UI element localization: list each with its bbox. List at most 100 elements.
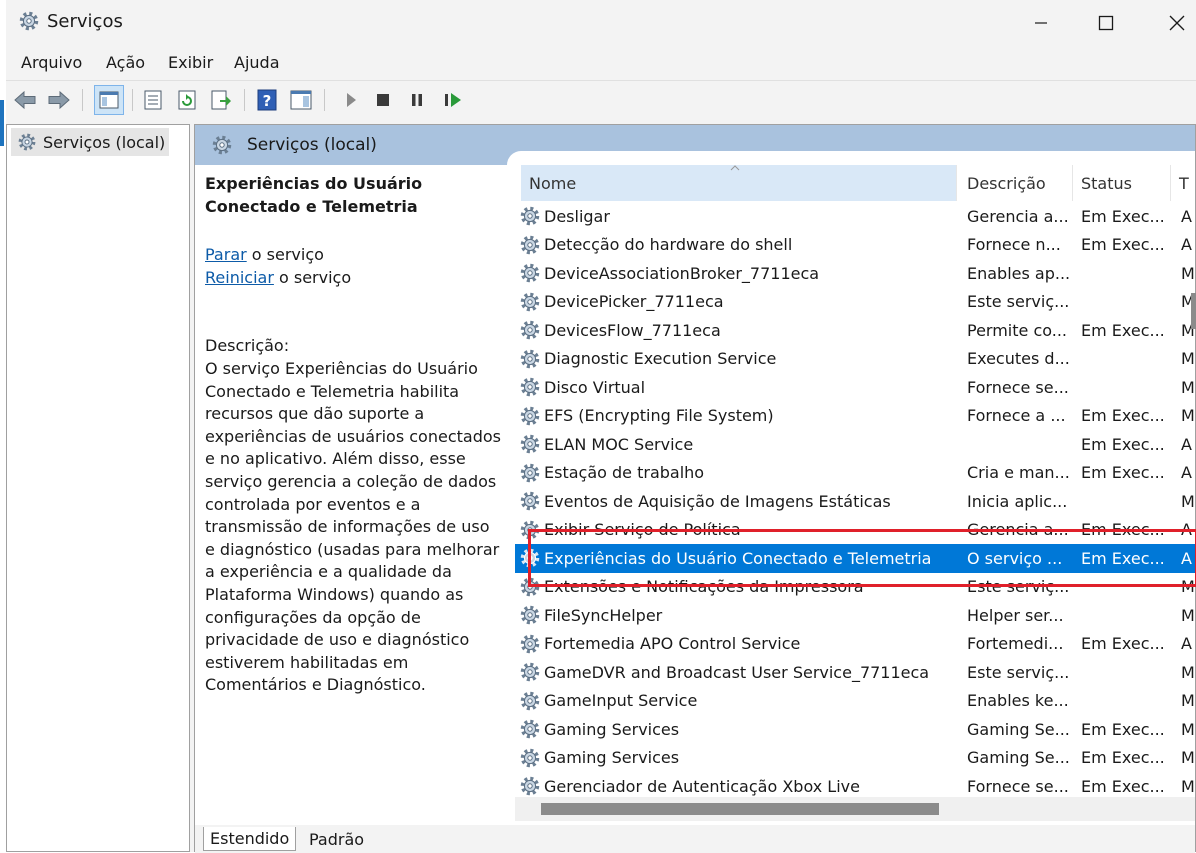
gear-icon — [19, 11, 39, 31]
service-name-cell: Extensões e Notificações da Impressora — [519, 573, 955, 602]
toolbar: ? — [6, 80, 1196, 118]
service-startup-type: M — [1181, 263, 1195, 283]
gear-icon — [520, 463, 540, 482]
gear-icon — [520, 663, 540, 682]
table-row[interactable]: Disco Virtual Fornece se... M — [515, 373, 1195, 402]
service-name: Exibir Serviço de Política — [544, 520, 741, 540]
column-header-row: Nome Descrição Status T — [515, 165, 1195, 201]
tab-padrao[interactable]: Padrão — [303, 827, 370, 851]
service-name: Experiências do Usuário Conectado e Tele… — [544, 548, 932, 568]
column-header-status[interactable]: Status — [1073, 165, 1171, 201]
restart-service-link[interactable]: Reiniciar — [205, 268, 274, 287]
service-status: Em Exec... — [1081, 406, 1165, 426]
maximize-button[interactable] — [1071, 0, 1141, 46]
service-name-cell: DevicePicker_7711eca — [519, 288, 955, 317]
table-row[interactable]: Estação de trabalho Cria e man... Em Exec.… — [515, 459, 1195, 488]
service-description: Enables ke... — [967, 691, 1069, 711]
table-row[interactable]: Experiências do Usuário Conectado e Tele… — [515, 544, 1195, 573]
service-status: Em Exec... — [1081, 748, 1165, 768]
menu-ajuda[interactable]: Ajuda — [234, 53, 280, 72]
service-name: Gaming Services — [544, 748, 680, 768]
service-startup-type: A — [1181, 235, 1192, 255]
horizontal-scrollbar[interactable] — [515, 797, 1195, 821]
table-row[interactable]: Gaming Services Gaming Se... Em Exec... M — [515, 744, 1195, 773]
table-row[interactable]: Detecção do hardware do shell Fornece n..… — [515, 231, 1195, 260]
table-row[interactable]: Fortemedia APO Control Service Fortemedi.… — [515, 630, 1195, 659]
service-name-cell: Gaming Services — [519, 715, 955, 744]
tree-item-servicos-local[interactable]: Serviços (local) — [11, 128, 170, 156]
service-status — [1081, 687, 1173, 716]
service-startup-type: M — [1181, 349, 1195, 369]
service-status: Em Exec... — [1081, 634, 1165, 654]
service-description: Fornece n... — [967, 235, 1061, 255]
table-row[interactable]: Gaming Services Gaming Se... Em Exec... M — [515, 715, 1195, 744]
menu-acao[interactable]: Ação — [106, 53, 145, 72]
help-button[interactable]: ? — [254, 87, 280, 113]
restart-service-button[interactable] — [440, 87, 466, 113]
gear-icon — [520, 634, 540, 653]
table-row[interactable]: Eventos de Aquisição de Imagens Estática… — [515, 487, 1195, 516]
column-header-type[interactable]: T — [1171, 165, 1195, 201]
service-startup-type: M — [1181, 748, 1195, 768]
service-name-cell: Desligar — [519, 202, 955, 231]
export-list-button[interactable] — [208, 87, 234, 113]
refresh-button[interactable] — [174, 87, 200, 113]
action-pane-icon — [290, 90, 312, 110]
gear-icon — [520, 748, 540, 767]
service-name-cell: Estação de trabalho — [519, 459, 955, 488]
background-accent — [0, 100, 4, 146]
service-description — [967, 430, 1071, 459]
table-row[interactable]: EFS (Encrypting File System) Fornece a ..… — [515, 402, 1195, 431]
gear-icon — [520, 292, 540, 311]
table-row[interactable]: GameInput Service Enables ke... M — [515, 687, 1195, 716]
menu-arquivo[interactable]: Arquivo — [21, 53, 82, 72]
tab-estendido[interactable]: Estendido — [203, 827, 297, 851]
table-row[interactable]: Extensões e Notificações da Impressora Es… — [515, 573, 1195, 602]
service-description: Gaming Se... — [967, 719, 1070, 739]
restart-icon — [445, 93, 461, 107]
console-tree: Serviços (local) — [6, 124, 190, 852]
back-button[interactable] — [12, 87, 38, 113]
service-name: ELAN MOC Service — [544, 434, 694, 454]
table-row[interactable]: DevicePicker_7711eca Este serviç... M — [515, 288, 1195, 317]
table-row[interactable]: GameDVR and Broadcast User Service_7711e… — [515, 658, 1195, 687]
service-status — [1081, 288, 1173, 317]
minimize-button[interactable] — [1006, 0, 1076, 46]
service-description: Este serviç... — [967, 662, 1070, 682]
help-icon: ? — [257, 89, 277, 111]
stop-service-link[interactable]: Parar — [205, 245, 247, 264]
start-service-button[interactable] — [338, 87, 364, 113]
table-row[interactable]: FileSyncHelper Helper ser... M — [515, 601, 1195, 630]
gear-icon — [520, 207, 540, 226]
service-description: Inicia aplic... — [967, 491, 1068, 511]
table-row[interactable]: Exibir Serviço de Política Gerencia a... E… — [515, 516, 1195, 545]
vertical-scrollbar-thumb[interactable] — [1191, 293, 1196, 329]
refresh-icon — [178, 90, 196, 110]
horizontal-scrollbar-thumb[interactable] — [541, 803, 939, 815]
pause-service-button[interactable] — [404, 87, 430, 113]
service-startup-type: M — [1181, 605, 1195, 625]
forward-button[interactable] — [46, 87, 72, 113]
close-button[interactable] — [1142, 0, 1196, 46]
maximize-icon — [1098, 15, 1114, 31]
table-row[interactable]: Desligar Gerencia a... Em Exec... A — [515, 202, 1195, 231]
service-description: Fornece a ... — [967, 406, 1066, 426]
column-header-description[interactable]: Descrição — [959, 165, 1073, 201]
header-notch — [507, 151, 1195, 165]
stop-service-button[interactable] — [370, 87, 396, 113]
gear-icon — [520, 691, 540, 710]
table-row[interactable]: DevicesFlow_7711eca Permite co... Em Exec.… — [515, 316, 1195, 345]
table-row[interactable]: DeviceAssociationBroker_7711eca Enables a… — [515, 259, 1195, 288]
table-row[interactable]: ELAN MOC Service Em Exec... A — [515, 430, 1195, 459]
service-name: Gerenciador de Autenticação Xbox Live — [544, 776, 860, 796]
service-name: Detecção do hardware do shell — [544, 235, 793, 255]
menu-exibir[interactable]: Exibir — [168, 53, 213, 72]
action-pane-button[interactable] — [288, 87, 314, 113]
service-description: Este serviç... — [967, 577, 1070, 597]
table-row[interactable]: Diagnostic Execution Service Executes d..… — [515, 345, 1195, 374]
gear-icon — [18, 133, 36, 151]
gear-icon — [520, 577, 540, 596]
show-hide-tree-button[interactable] — [94, 85, 124, 115]
toolbar-separator — [244, 89, 245, 111]
properties-button[interactable] — [140, 87, 166, 113]
